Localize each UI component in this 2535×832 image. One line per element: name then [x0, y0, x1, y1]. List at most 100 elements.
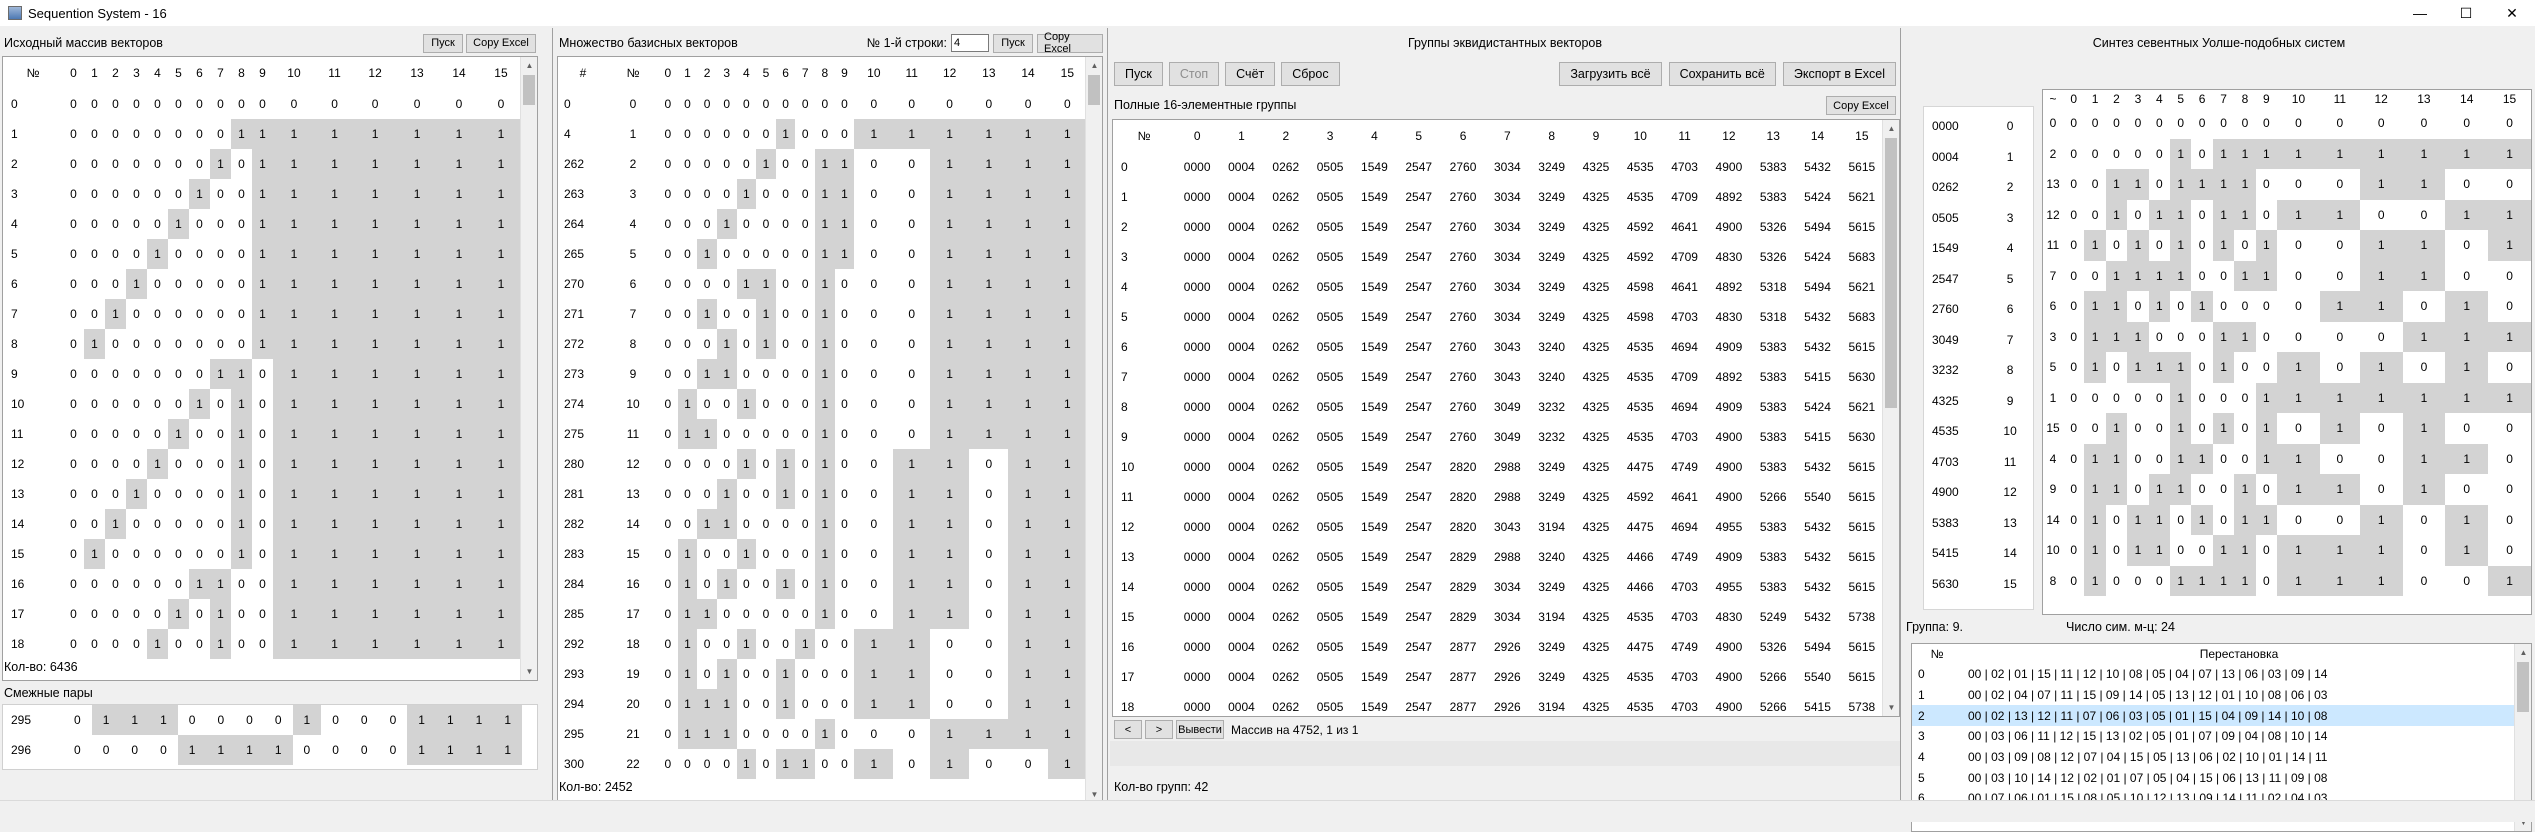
- column-header[interactable]: 15: [2488, 90, 2531, 108]
- column-header[interactable]: 6: [1441, 120, 1485, 152]
- column-header[interactable]: 8: [231, 57, 252, 89]
- column-header[interactable]: 1: [1219, 120, 1263, 152]
- column-header[interactable]: 8: [1530, 120, 1574, 152]
- column-header[interactable]: 11: [893, 57, 930, 89]
- walsh-matrix-grid[interactable]: ~0 1 2 3 4 5 6 7 8 9 10 11 12 13 14 15 0 0 0 0 0 0 0 0 0 0 0 0 0 0 0 0 0…: [2042, 89, 2532, 615]
- column-header[interactable]: 12: [930, 57, 969, 89]
- column-header[interactable]: 10: [273, 57, 315, 89]
- adjacent-pairs-grid[interactable]: 295 0 1 1 1 0 0 0 0 1 0 0 0 1 1 1 1 296 0 0 0 0 1 1 1 1 0 0 0 0 1 1 1 1: [2, 704, 538, 770]
- source-vectors-grid[interactable]: № 0 1 2 3 4 5 6 7 8 9 10 11 12 13 14 15 0 0 0 0 0 0 0 0 0 0 0 0 0 0 0 0 0…: [2, 56, 538, 681]
- groups-vscroll[interactable]: ▲ ▼: [1882, 120, 1899, 716]
- column-header[interactable]: 15: [1840, 120, 1884, 152]
- table-row[interactable]: 284 16 0 1 0 1 0 0 1 0 1 0 0 1 1 0 1 1: [558, 569, 1087, 599]
- table-row[interactable]: 300 22 0 0 0 0 1 0 1 1 0 0 1 0 1 0 0 1: [558, 749, 1087, 779]
- table-row[interactable]: 4703 11: [1924, 447, 2024, 478]
- table-row[interactable]: 274 10 0 1 0 0 1 0 0 0 1 0 0 0 1 1 1 1: [558, 389, 1087, 419]
- column-header[interactable]: №: [1912, 644, 1962, 664]
- column-header[interactable]: 8: [2234, 90, 2255, 108]
- source-vscroll[interactable]: ▲ ▼: [520, 57, 537, 680]
- table-row[interactable]: 12 0000 0004 0262 0505 1549 2547 2820 3043 3194 43…: [1113, 512, 1884, 542]
- basis-vscroll[interactable]: ▲ ▼: [1085, 57, 1102, 803]
- table-row[interactable]: 20000000101111111: [3, 149, 522, 179]
- source-run-button[interactable]: Пуск: [423, 33, 463, 53]
- table-row[interactable]: 5383 13: [1924, 508, 2024, 539]
- table-row[interactable]: 9 0000 0004 0262 0505 1549 2547 2760 3049 3232 432…: [1113, 422, 1884, 452]
- column-header[interactable]: 3: [2127, 90, 2148, 108]
- selected-vectors-list[interactable]: 0000 0 0004 1 0262 2 0505 3 1549 4 2547 5 2760 6 3049 7…: [1923, 106, 2034, 610]
- table-row[interactable]: 4535 10: [1924, 416, 2024, 447]
- table-row[interactable]: 264 4 0 0 0 1 0 0 0 0 1 1 0 0 1 1 1 1: [558, 209, 1087, 239]
- column-header[interactable]: 4: [147, 57, 168, 89]
- maximize-button[interactable]: ☐: [2443, 0, 2489, 26]
- table-row[interactable]: 12 0 0 0 0 1 0 0 0 1 0 1 1 1 1 1 1: [3, 449, 522, 479]
- table-row[interactable]: 00000000000000000: [2043, 108, 2531, 139]
- table-row[interactable]: 4900 12: [1924, 477, 2024, 508]
- column-header[interactable]: 1: [678, 57, 698, 89]
- basis-copy-excel-button[interactable]: Copy Excel: [1037, 31, 1103, 55]
- table-row[interactable]: 8 0000 0004 0262 0505 1549 2547 2760 3049 3232 432…: [1113, 392, 1884, 422]
- table-row[interactable]: 410000001000111111: [558, 119, 1087, 149]
- column-header[interactable]: Перестановка: [1962, 644, 2516, 664]
- table-row[interactable]: 4 0000 0004 0262 0505 1549 2547 2760 3034 3249 432…: [1113, 272, 1884, 302]
- table-row[interactable]: 3232 8: [1924, 355, 2024, 386]
- table-row[interactable]: 50101110100101010: [2043, 352, 2531, 383]
- table-row[interactable]: 265 5 0 0 1 0 0 0 0 0 1 1 0 0 1 1 1 1: [558, 239, 1087, 269]
- column-header[interactable]: 2: [2106, 90, 2127, 108]
- output-button[interactable]: Вывести: [1176, 720, 1224, 739]
- table-row[interactable]: 14 0 1 0 1 1 0 1 0 1 1 0 0 1 0 1 0: [2043, 504, 2531, 535]
- column-header[interactable]: 5: [168, 57, 189, 89]
- table-row[interactable]: 5630 15: [1924, 569, 2024, 600]
- column-header[interactable]: 5: [1397, 120, 1441, 152]
- table-row[interactable]: 0 0000 0004 0262 0505 1549 2547 2760 3034 3249 432…: [1113, 152, 1884, 182]
- export-excel-button[interactable]: Экспорт в Excel: [1782, 62, 1896, 86]
- basis-run-button[interactable]: Пуск: [993, 33, 1033, 53]
- table-row[interactable]: 7 0000 0004 0262 0505 1549 2547 2760 3043 3240 432…: [1113, 362, 1884, 392]
- table-row[interactable]: 13 0 0 1 1 0 1 1 1 1 0 0 0 1 1 0 0: [2043, 169, 2531, 200]
- table-row[interactable]: 14 0000 0004 0262 0505 1549 2547 2829 3034 3249 43…: [1113, 572, 1884, 602]
- table-row[interactable]: 10000010001111111: [2043, 382, 2531, 413]
- table-row[interactable]: 17 0 0 0 0 0 1 0 1 0 0 1 1 1 1 1 1: [3, 599, 522, 629]
- table-row[interactable]: 10 0000 0004 0262 0505 1549 2547 2820 2988 3249 43…: [1113, 452, 1884, 482]
- table-row[interactable]: 4325 9: [1924, 386, 2024, 417]
- column-header[interactable]: 0: [2063, 90, 2084, 108]
- column-header[interactable]: 11: [315, 57, 354, 89]
- table-row[interactable]: 280 12 0 0 0 0 1 0 1 0 1 0 0 1 1 0 1 1: [558, 449, 1087, 479]
- table-row[interactable]: 70011110011001100: [2043, 260, 2531, 291]
- column-header[interactable]: 15: [480, 57, 522, 89]
- table-row[interactable]: 285 17 0 1 1 0 0 0 0 0 1 0 0 1 1 0 1 1: [558, 599, 1087, 629]
- table-row[interactable]: 10 0 0 0 0 0 0 1 0 1 0 1 1 1 1 1 1: [3, 389, 522, 419]
- table-row[interactable]: 3 0000 0004 0262 0505 1549 2547 2760 3034 3249 432…: [1113, 242, 1884, 272]
- column-header[interactable]: 12: [2360, 90, 2403, 108]
- column-header[interactable]: 6: [189, 57, 210, 89]
- permutation-row[interactable]: 2 00 | 02 | 13 | 12 | 11 | 07 | 06 | 03 |…: [1912, 705, 2516, 727]
- table-row[interactable]: 30111000110000111: [2043, 321, 2531, 352]
- column-header[interactable]: 9: [1574, 120, 1618, 152]
- next-page-button[interactable]: >: [1145, 720, 1173, 739]
- table-row[interactable]: 271 7 0 0 1 0 0 1 0 0 1 0 0 0 1 1 1 1: [558, 299, 1087, 329]
- column-header[interactable]: 10: [1618, 120, 1662, 152]
- table-row[interactable]: 00000000000000000: [3, 89, 522, 119]
- table-row[interactable]: 18 0000 0004 0262 0505 1549 2547 2877 2926 3194 43…: [1113, 692, 1884, 716]
- table-row[interactable]: 5 0000 0004 0262 0505 1549 2547 2760 3034 3249 432…: [1113, 302, 1884, 332]
- first-row-input[interactable]: [951, 34, 989, 52]
- column-header[interactable]: 3: [126, 57, 147, 89]
- column-header[interactable]: 1: [84, 57, 105, 89]
- table-row[interactable]: 11 0 1 0 1 0 1 0 1 0 1 0 0 1 1 0 1: [2043, 230, 2531, 261]
- column-header[interactable]: 2: [1264, 120, 1308, 152]
- table-row[interactable]: 90000000110111111: [3, 359, 522, 389]
- column-header[interactable]: ~: [2043, 90, 2063, 108]
- table-row[interactable]: 80100011110111001: [2043, 565, 2531, 596]
- table-row[interactable]: 40110011001100110: [2043, 443, 2531, 474]
- table-row[interactable]: 60110101000011010: [2043, 291, 2531, 322]
- column-header[interactable]: 13: [396, 57, 438, 89]
- column-header[interactable]: 4: [1352, 120, 1396, 152]
- table-row[interactable]: 262 2 0 0 0 0 0 1 0 0 1 1 0 0 1 1 1 1: [558, 149, 1087, 179]
- column-header[interactable]: 2: [105, 57, 126, 89]
- table-row[interactable]: 10000000011111111: [3, 119, 522, 149]
- groups-stop-button[interactable]: Стоп: [1168, 62, 1220, 86]
- table-row[interactable]: 11 0 0 0 0 0 1 0 0 1 0 1 1 1 1 1 1: [3, 419, 522, 449]
- table-row[interactable]: 11 0000 0004 0262 0505 1549 2547 2820 2988 3249 43…: [1113, 482, 1884, 512]
- table-row[interactable]: 263 3 0 0 0 0 1 0 0 0 1 1 0 0 1 1 1 1: [558, 179, 1087, 209]
- column-header[interactable]: 13: [1751, 120, 1795, 152]
- table-row[interactable]: 283 15 0 1 0 0 1 0 0 0 1 0 0 1 1 0 1 1: [558, 539, 1087, 569]
